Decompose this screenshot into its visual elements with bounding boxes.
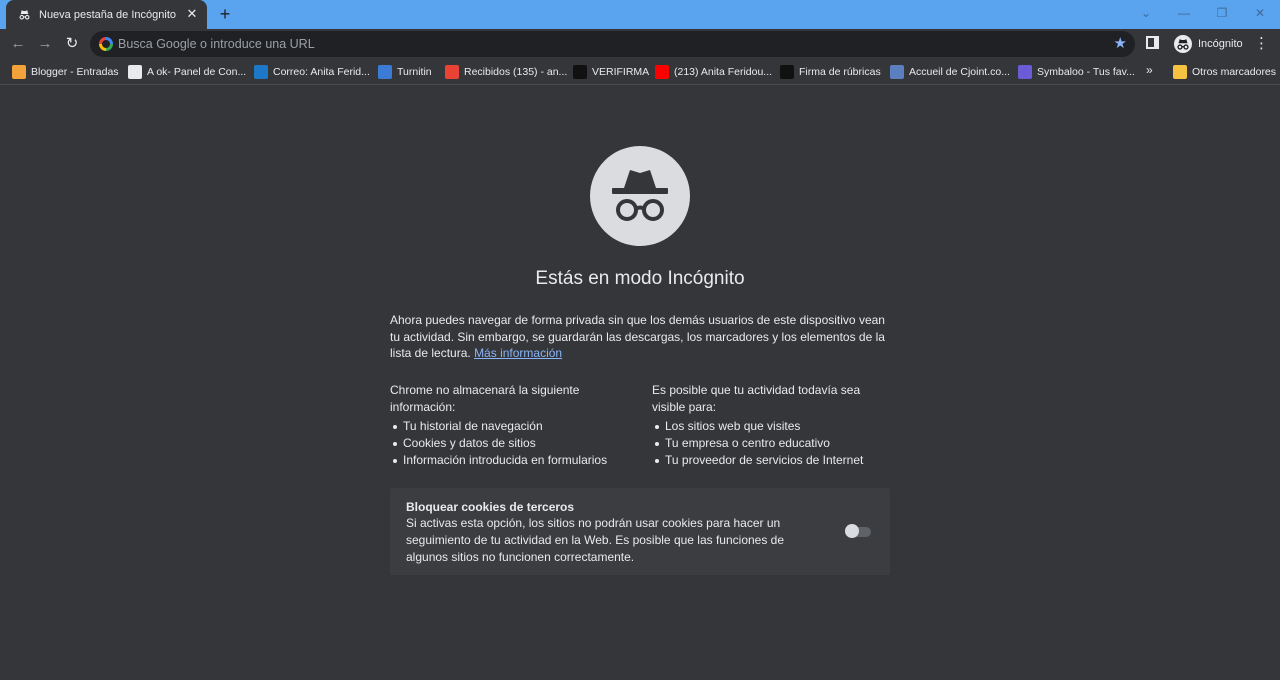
tab-search-icon[interactable]: ⌄ [1136, 4, 1156, 22]
still-visible-heading: Es posible que tu actividad todavía sea … [652, 383, 861, 414]
tab-incognito[interactable]: Nueva pestaña de Incógnito ✕ [6, 0, 207, 29]
still-visible-list: Los sitios web que visites Tu empresa o … [652, 418, 892, 468]
reload-icon[interactable]: ↻ [62, 34, 82, 54]
bookmark-panel-control[interactable]: A ok- Panel de Con... [128, 63, 246, 81]
verifirma-icon [573, 65, 587, 79]
bookmark-rubricas[interactable]: Firma de rúbricas [780, 63, 881, 81]
other-bookmarks-folder[interactable]: Otros marcadores [1173, 63, 1276, 81]
bookmark-label: Recibidos (135) - an... [464, 66, 568, 78]
intro-body: Ahora puedes navegar de forma privada si… [390, 313, 885, 360]
address-input[interactable] [118, 35, 1098, 53]
list-item: Tu empresa o centro educativo [652, 435, 892, 452]
close-tab-icon[interactable]: ✕ [185, 7, 199, 21]
bookmark-youtube[interactable]: (213) Anita Feridou... [655, 63, 772, 81]
bookmark-label: Blogger - Entradas [31, 66, 119, 78]
menu-icon[interactable]: ⋮ [1254, 35, 1269, 53]
symbaloo-icon [1018, 65, 1032, 79]
close-window-button[interactable]: ✕ [1250, 4, 1270, 22]
bookmark-cjoint[interactable]: Accueil de Cjoint.co... [890, 63, 1010, 81]
tab-strip: Nueva pestaña de Incógnito ✕ + ⌄ — ❐ ✕ [0, 0, 1280, 29]
incognito-hero-icon [590, 146, 690, 246]
bookmark-label: Firma de rúbricas [799, 66, 881, 78]
intro-text: Ahora puedes navegar de forma privada si… [390, 312, 890, 362]
bookmark-turnitin[interactable]: Turnitin [378, 63, 432, 81]
google-icon [99, 37, 113, 51]
google-icon [128, 65, 142, 79]
bookmark-label: Otros marcadores [1192, 66, 1277, 78]
blogger-icon [12, 65, 26, 79]
maximize-button[interactable]: ❐ [1212, 4, 1232, 22]
toolbar: ← → ↻ ★ Incógnito ⋮ [0, 29, 1280, 59]
list-item: Tu historial de navegación [390, 418, 630, 435]
list-item: Tu proveedor de servicios de Internet [652, 452, 892, 469]
not-saved-heading: Chrome no almacenará la siguiente inform… [390, 383, 580, 414]
bookmark-star-icon[interactable]: ★ [1114, 34, 1127, 52]
turnitin-icon [378, 65, 392, 79]
bookmark-blogger[interactable]: Blogger - Entradas [12, 63, 119, 81]
still-visible-section: Es posible que tu actividad todavía sea … [652, 382, 892, 468]
gmail-icon [445, 65, 459, 79]
cookies-title: Bloquear cookies de terceros [406, 500, 575, 514]
minimize-button[interactable]: — [1174, 4, 1194, 22]
bookmark-gmail[interactable]: Recibidos (135) - an... [445, 63, 567, 81]
back-icon[interactable]: ← [8, 34, 28, 54]
bookmark-label: Turnitin [397, 66, 432, 78]
bookmark-label: Correo: Anita Ferid... [273, 66, 370, 78]
cjoint-icon [890, 65, 904, 79]
cookies-description: Si activas esta opción, los sitios no po… [406, 516, 785, 564]
bookmark-label: (213) Anita Feridou... [674, 66, 773, 78]
forward-icon[interactable]: → [35, 34, 55, 54]
youtube-icon [655, 65, 669, 79]
incognito-icon [19, 10, 30, 20]
incognito-profile-button[interactable]: Incógnito [1168, 32, 1249, 56]
outlook-icon [254, 65, 268, 79]
omnibox[interactable]: ★ [90, 31, 1135, 57]
bookmark-label: VERIFIRMA [592, 66, 650, 78]
bookmark-label: A ok- Panel de Con... [147, 66, 247, 78]
toggle-knob [845, 524, 859, 538]
list-item: Cookies y datos de sitios [390, 435, 630, 452]
side-panel-icon[interactable] [1146, 36, 1159, 49]
bookmark-correo[interactable]: Correo: Anita Ferid... [254, 63, 370, 81]
not-saved-section: Chrome no almacenará la siguiente inform… [390, 382, 630, 468]
block-cookies-toggle[interactable] [845, 524, 871, 538]
tab-title: Nueva pestaña de Incógnito [39, 8, 176, 21]
bookmarks-bar: Blogger - Entradas A ok- Panel de Con...… [0, 59, 1280, 85]
not-saved-list: Tu historial de navegación Cookies y dat… [390, 418, 630, 468]
folder-icon [1173, 65, 1187, 79]
bookmarks-overflow-button[interactable]: » [1146, 63, 1153, 77]
incognito-avatar-icon [1174, 35, 1192, 53]
bookmark-label: Accueil de Cjoint.co... [909, 66, 1010, 78]
new-tab-button[interactable]: + [216, 5, 234, 23]
profile-label: Incógnito [1198, 38, 1243, 50]
bookmark-label: Symbaloo - Tus fav... [1037, 66, 1135, 78]
rubricas-icon [780, 65, 794, 79]
bookmark-symbaloo[interactable]: Symbaloo - Tus fav... [1018, 63, 1135, 81]
learn-more-link[interactable]: Más información [474, 346, 562, 360]
list-item: Información introducida en formularios [390, 452, 630, 469]
list-item: Los sitios web que visites [652, 418, 892, 435]
page-title: Estás en modo Incógnito [535, 268, 745, 289]
bookmark-verifirma[interactable]: VERIFIRMA [573, 63, 649, 81]
block-cookies-card: Bloquear cookies de terceros Si activas … [390, 488, 890, 575]
